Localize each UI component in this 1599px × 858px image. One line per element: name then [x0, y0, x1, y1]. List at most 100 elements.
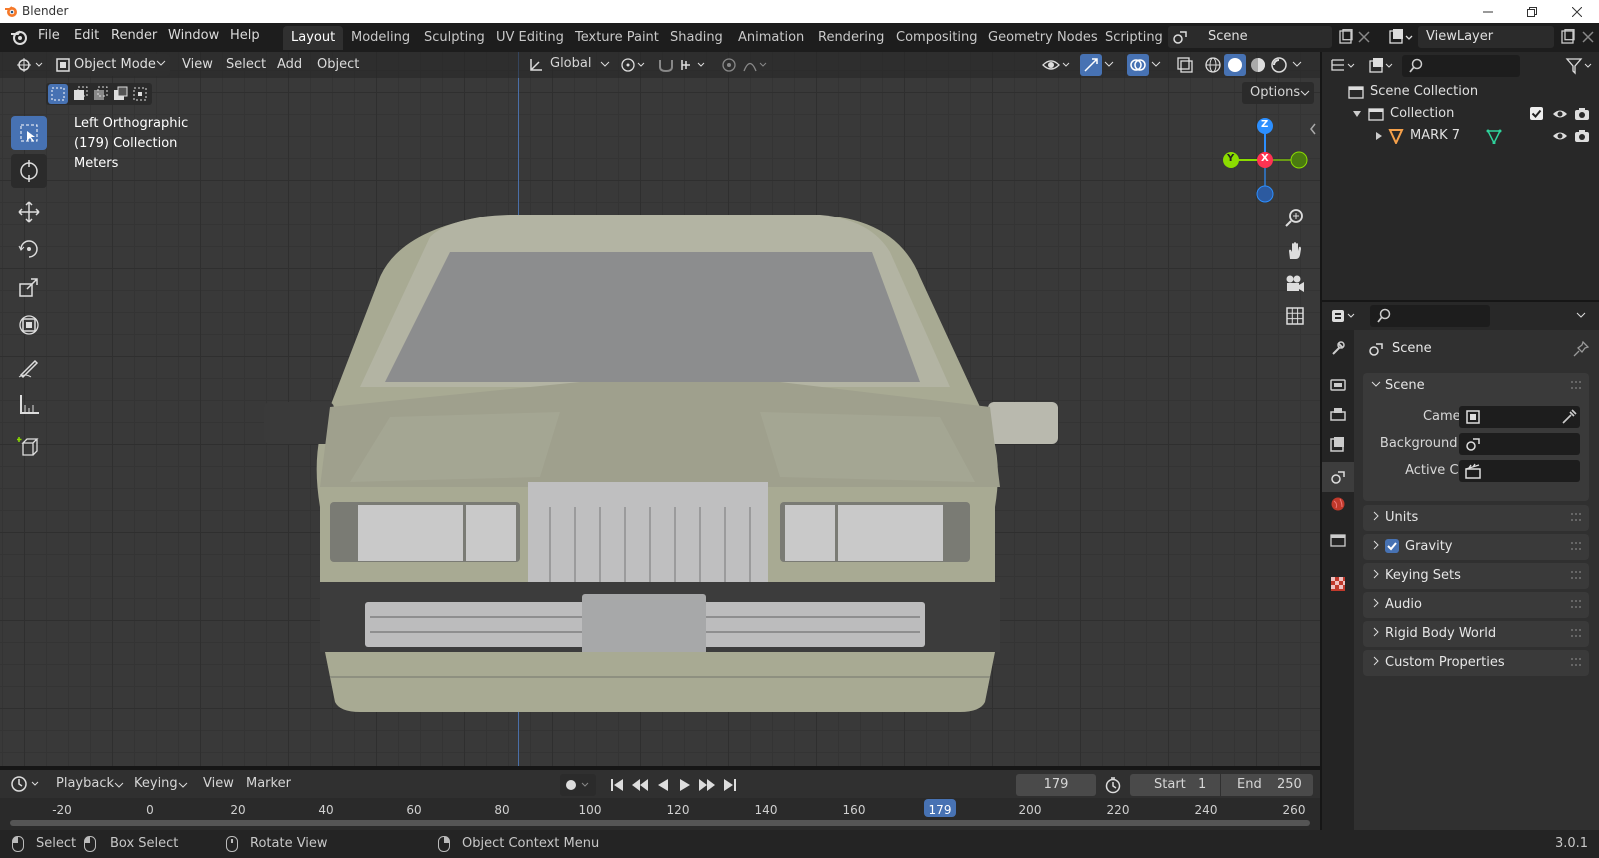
filter-icon[interactable] [1565, 57, 1595, 75]
tool-select-box[interactable] [11, 116, 47, 150]
tool-cursor[interactable] [11, 154, 47, 188]
camera-render-icon[interactable] [1574, 128, 1590, 144]
rendered-shading-icon[interactable] [1270, 56, 1288, 74]
tool-transform[interactable] [11, 308, 47, 342]
select-extend-icon[interactable] [70, 84, 90, 104]
expand-down-icon[interactable] [1352, 109, 1362, 119]
tab-rendering[interactable]: Rendering [810, 26, 892, 50]
chevron-down-icon[interactable] [1292, 58, 1302, 70]
delete-scene-icon[interactable] [1358, 31, 1370, 43]
tab-geometry-nodes[interactable]: Geometry Nodes [980, 26, 1106, 50]
display-mode-icon[interactable] [1368, 57, 1398, 75]
solid-shading-icon[interactable] [1224, 54, 1246, 76]
drag-handle-icon[interactable] [1571, 381, 1581, 389]
menu-file[interactable]: File [38, 28, 60, 43]
tool-rotate[interactable] [11, 232, 47, 266]
menu-object[interactable]: Object [311, 55, 365, 75]
options-button[interactable]: Options [1242, 82, 1314, 104]
jump-start-icon[interactable] [608, 774, 626, 796]
tab-layout[interactable]: Layout [283, 26, 344, 50]
menu-view[interactable]: View [176, 55, 219, 75]
properties-search-input[interactable] [1370, 305, 1490, 327]
editor-type-icon[interactable] [10, 55, 52, 75]
orientation-dropdown[interactable]: Global [526, 55, 612, 75]
tab-uv-editing[interactable]: UV Editing [488, 26, 572, 50]
auto-keying-button[interactable] [560, 774, 596, 796]
background-field[interactable] [1459, 433, 1580, 455]
pin-icon[interactable] [1573, 341, 1589, 357]
drag-handle-icon[interactable] [1571, 600, 1581, 608]
select-new-icon[interactable] [48, 84, 68, 104]
menu-render[interactable]: Render [111, 28, 157, 43]
zoom-icon[interactable] [1281, 204, 1309, 232]
timeline-scrollbar[interactable] [10, 820, 1310, 826]
units-panel[interactable]: Units [1363, 505, 1589, 531]
mesh-data-icon[interactable] [1486, 128, 1502, 144]
select-invert-icon[interactable] [110, 84, 130, 104]
jump-keyframe-back-icon[interactable] [630, 774, 650, 796]
chevron-down-icon[interactable] [1151, 58, 1161, 70]
tool-tab-icon[interactable] [1330, 340, 1346, 356]
drag-handle-icon[interactable] [1571, 658, 1581, 666]
view-layer-tab-icon[interactable] [1330, 436, 1346, 452]
rigid-body-world-panel[interactable]: Rigid Body World [1363, 621, 1589, 647]
scene-selector[interactable]: Scene [1168, 26, 1332, 48]
chevron-down-icon[interactable] [1576, 310, 1586, 320]
tab-scripting[interactable]: Scripting [1097, 26, 1171, 50]
output-tab-icon[interactable] [1330, 406, 1346, 422]
tool-add-cube[interactable] [11, 430, 47, 464]
drag-handle-icon[interactable] [1571, 571, 1581, 579]
scene-panel-title[interactable]: Scene [1385, 378, 1425, 393]
menu-view-timeline[interactable]: View [203, 776, 234, 791]
camera-field[interactable] [1459, 406, 1580, 428]
play-icon[interactable] [677, 774, 693, 796]
start-frame-field[interactable]: Start 1 [1130, 774, 1220, 796]
select-subtract-icon[interactable] [90, 84, 110, 104]
xray-icon[interactable] [1176, 56, 1194, 74]
drag-handle-icon[interactable] [1571, 542, 1581, 550]
gravity-panel[interactable]: Gravity [1363, 534, 1589, 560]
menu-marker[interactable]: Marker [246, 776, 291, 791]
audio-panel[interactable]: Audio [1363, 592, 1589, 618]
outliner-row-collection[interactable]: Collection [1322, 103, 1599, 125]
menu-select[interactable]: Select [220, 55, 272, 75]
tab-modeling[interactable]: Modeling [343, 26, 418, 50]
minimize-button[interactable] [1466, 0, 1510, 23]
exclude-checkbox[interactable] [1530, 107, 1543, 120]
menu-edit[interactable]: Edit [74, 28, 99, 43]
pan-hand-icon[interactable] [1281, 237, 1309, 265]
visibility-icon[interactable] [1042, 56, 1072, 74]
3d-viewport[interactable]: Object Mode View Select Add Object Globa… [0, 52, 1320, 766]
custom-properties-panel[interactable]: Custom Properties [1363, 650, 1589, 676]
select-intersect-icon[interactable] [130, 84, 150, 104]
jump-end-icon[interactable] [721, 774, 739, 796]
timeline-editor-icon[interactable] [10, 775, 42, 793]
outliner-editor-icon[interactable] [1330, 57, 1360, 75]
collection-tab-icon[interactable] [1330, 532, 1346, 548]
menu-help[interactable]: Help [230, 28, 260, 43]
end-frame-field[interactable]: End 250 [1221, 774, 1313, 796]
menu-add[interactable]: Add [271, 55, 308, 75]
stopwatch-icon[interactable] [1104, 776, 1122, 794]
restore-button[interactable] [1510, 0, 1554, 23]
tool-move[interactable] [11, 195, 47, 229]
scene-tab[interactable] [1322, 462, 1354, 492]
gizmo-toggle-icon[interactable] [1080, 54, 1102, 76]
new-scene-icon[interactable] [1338, 29, 1354, 45]
menu-window[interactable]: Window [168, 28, 219, 43]
eye-icon[interactable] [1552, 129, 1568, 143]
tab-animation[interactable]: Animation [730, 26, 812, 50]
outliner-row-mark7[interactable]: MARK 7 [1322, 125, 1599, 147]
snap-target-icon[interactable] [680, 56, 710, 74]
drag-handle-icon[interactable] [1571, 513, 1581, 521]
tab-sculpting[interactable]: Sculpting [416, 26, 493, 50]
new-view-layer-icon[interactable] [1560, 29, 1576, 45]
view-layer-icon[interactable] [1388, 28, 1414, 46]
pivot-point-icon[interactable] [620, 56, 650, 74]
camera-view-icon[interactable] [1281, 270, 1309, 298]
eyedropper-icon[interactable] [1561, 409, 1577, 425]
falloff-icon[interactable] [742, 56, 772, 74]
tool-scale[interactable] [11, 270, 47, 304]
overlays-icon[interactable] [1127, 54, 1149, 76]
outliner-row-scene-collection[interactable]: Scene Collection [1322, 81, 1599, 103]
